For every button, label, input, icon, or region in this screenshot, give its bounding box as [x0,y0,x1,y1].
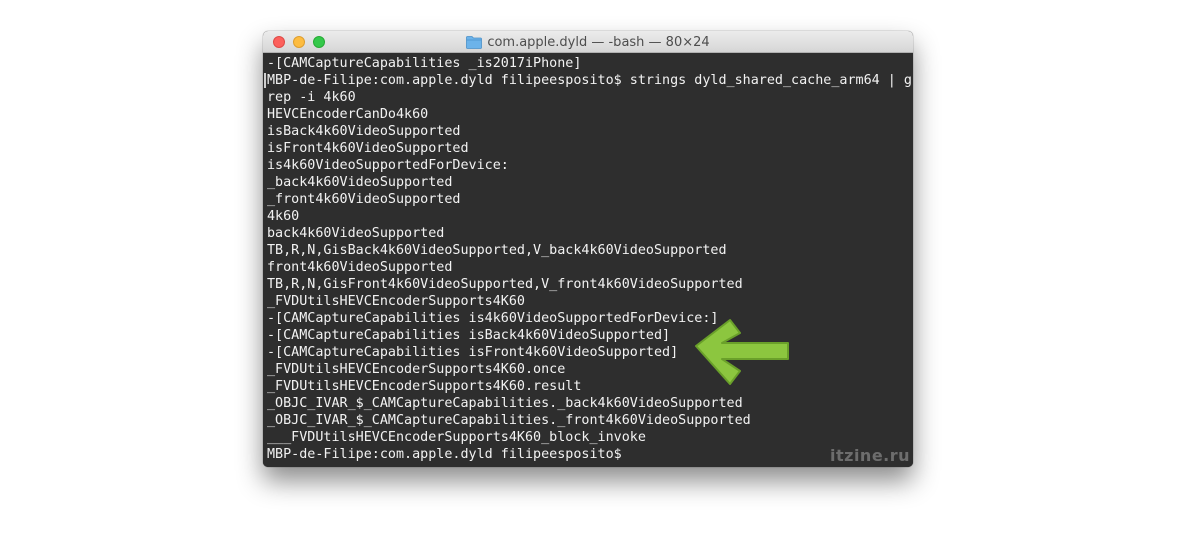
terminal-line: MBP-de-Filipe:com.apple.dyld filipeespos… [267,447,622,462]
terminal-line: _back4k60VideoSupported [267,175,453,190]
terminal-line: _front4k60VideoSupported [267,192,461,207]
terminal-line: TB,R,N,GisFront4k60VideoSupported,V_fron… [267,277,743,292]
terminal-line: _FVDUtilsHEVCEncoderSupports4K60.once [267,362,566,377]
window-title: com.apple.dyld — -bash — 80×24 [487,34,710,50]
terminal-line: _FVDUtilsHEVCEncoderSupports4K60 [267,294,525,309]
line-marker [264,73,266,88]
window-title-container: com.apple.dyld — -bash — 80×24 [263,31,913,53]
terminal-line: -[CAMCaptureCapabilities _is2017iPhone] [267,56,582,71]
terminal-line: ___FVDUtilsHEVCEncoderSupports4K60_block… [267,430,646,445]
terminal-line: isFront4k60VideoSupported [267,141,469,156]
folder-icon [466,35,483,49]
terminal-line: HEVCEncoderCanDo4k60 [267,107,429,122]
terminal-line: front4k60VideoSupported [267,260,453,275]
terminal-output[interactable]: -[CAMCaptureCapabilities _is2017iPhone] M… [263,53,913,467]
terminal-line: TB,R,N,GisBack4k60VideoSupported,V_back4… [267,243,727,258]
arrow-left-icon [695,319,789,385]
terminal-line: _OBJC_IVAR_$_CAMCaptureCapabilities._bac… [267,396,743,411]
watermark: itzine.ru [830,446,911,465]
terminal-line: -[CAMCaptureCapabilities isBack4k60Video… [267,328,671,343]
terminal-line: rep -i 4k60 [267,90,356,105]
terminal-line: MBP-de-Filipe:com.apple.dyld filipeespos… [267,73,912,88]
terminal-window: com.apple.dyld — -bash — 80×24 -[CAMCapt… [263,31,913,467]
terminal-line: -[CAMCaptureCapabilities is4k60VideoSupp… [267,311,719,326]
terminal-line: is4k60VideoSupportedForDevice: [267,158,509,173]
terminal-line: -[CAMCaptureCapabilities isFront4k60Vide… [267,345,679,360]
terminal-line: isBack4k60VideoSupported [267,124,461,139]
terminal-line: 4k60 [267,209,300,224]
terminal-line: _OBJC_IVAR_$_CAMCaptureCapabilities._fro… [267,413,751,428]
terminal-line: back4k60VideoSupported [267,226,445,241]
title-bar[interactable]: com.apple.dyld — -bash — 80×24 [263,31,913,53]
terminal-line: _FVDUtilsHEVCEncoderSupports4K60.result [267,379,582,394]
